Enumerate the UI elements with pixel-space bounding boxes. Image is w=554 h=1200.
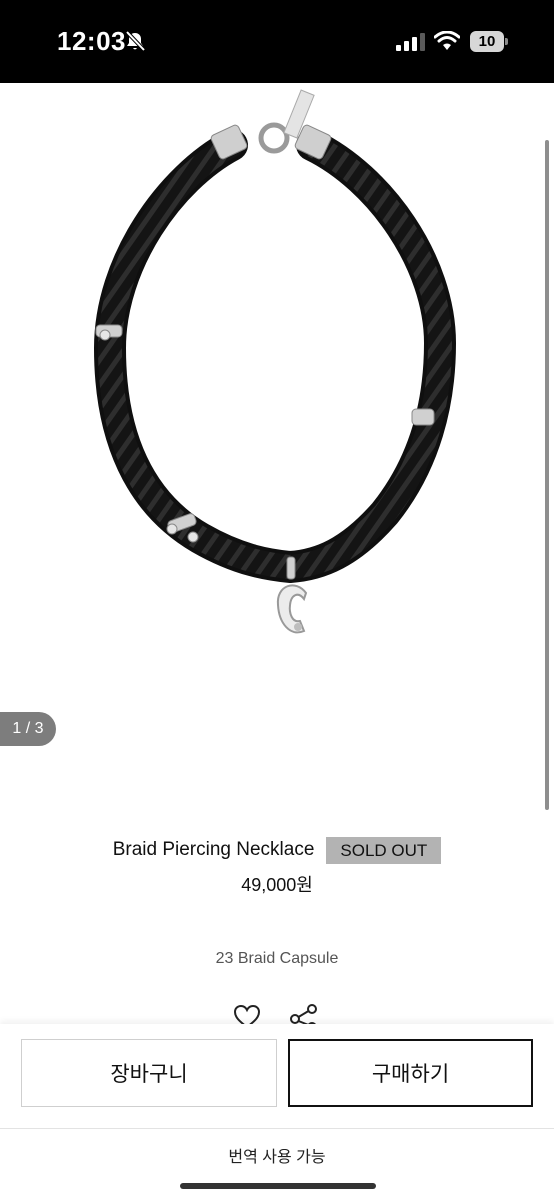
necklace-rope [93,129,457,584]
sold-out-badge: SOLD OUT [326,836,442,864]
signal-icon [396,33,425,51]
status-bar: 12:03 10 [0,0,554,83]
status-time: 12:03 [57,26,126,56]
battery-cap [505,38,508,45]
product-collection[interactable]: 23 Braid Capsule [0,950,554,968]
scroll-indicator[interactable] [545,140,549,810]
battery-level: 10 [470,31,504,52]
bell-slash-icon [125,30,146,52]
bottom-action-bar: 장바구니 구매하기 [0,1024,554,1128]
product-title-row: Braid Piercing Necklace SOLD OUT [0,836,554,864]
translation-bar: 번역 사용 가능 [0,1128,554,1200]
product-image[interactable] [0,83,554,713]
battery-icon: 10 [470,31,508,52]
translation-available-link[interactable]: 번역 사용 가능 [0,1143,554,1167]
product-price: 49,000원 [241,875,313,895]
product-name: Braid Piercing Necklace [112,839,315,860]
cart-button[interactable]: 장바구니 [21,1039,277,1107]
wifi-icon [434,31,460,50]
buy-button[interactable]: 구매하기 [288,1039,533,1107]
image-page-counter: 1 / 3 [0,712,56,746]
clasp [210,89,332,160]
home-indicator[interactable] [180,1183,376,1189]
